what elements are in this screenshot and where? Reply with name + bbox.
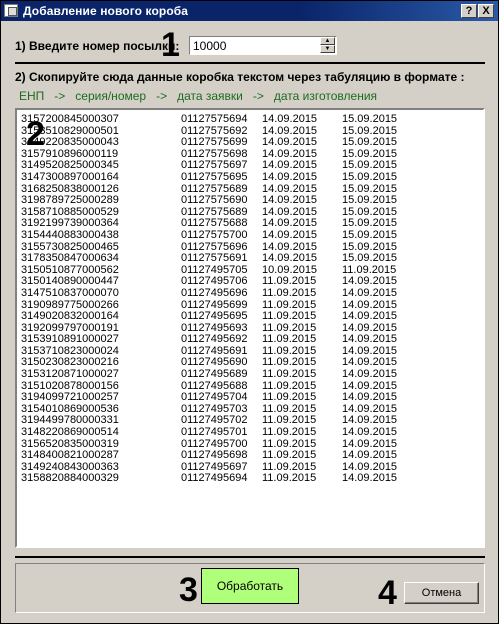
process-button[interactable]: Обработать bbox=[201, 568, 299, 604]
series-number-cell: 01127575700 bbox=[181, 228, 248, 241]
parcel-number-spinbox[interactable]: ▲ ▼ bbox=[189, 36, 337, 55]
manufacture-date-cell: 14.09.2015 bbox=[342, 472, 398, 485]
manufacture-date-cell: 14.09.2015 bbox=[342, 368, 398, 381]
request-date-cell: 14.09.2015 bbox=[262, 228, 318, 241]
series-number-cell: 01127495689 bbox=[181, 368, 248, 381]
request-date-cell: 14.09.2015 bbox=[262, 170, 318, 183]
series-number-cell: 01127575694 bbox=[181, 113, 248, 125]
enp-cell: 3178350847000634 bbox=[21, 252, 119, 265]
help-button[interactable]: ? bbox=[461, 4, 477, 18]
enp-cell: 3158820884000329 bbox=[21, 472, 119, 485]
request-date-cell: 14.09.2015 bbox=[262, 252, 318, 265]
enp-cell: 3147510837000070 bbox=[21, 286, 119, 299]
series-number-cell: 01127495701 bbox=[181, 426, 248, 439]
cancel-button[interactable]: Отмена bbox=[404, 582, 479, 604]
enp-cell: 3149020832000164 bbox=[21, 310, 119, 323]
manufacture-date-cell: 14.09.2015 bbox=[342, 310, 398, 323]
manufacture-date-cell: 15.09.2015 bbox=[342, 228, 398, 241]
request-date-cell: 11.09.2015 bbox=[262, 426, 317, 439]
enp-cell: 3154440883000438 bbox=[21, 228, 119, 241]
enp-cell: 3153120871000027 bbox=[21, 368, 119, 381]
annotation-marker-1: 1 bbox=[161, 26, 180, 64]
paste-instructions-label: 2) Скопируйте сюда данные коробка тексто… bbox=[15, 70, 465, 84]
divider-top bbox=[15, 62, 485, 64]
series-number-cell: 01127575690 bbox=[181, 194, 248, 207]
manufacture-date-cell: 15.09.2015 bbox=[342, 113, 398, 125]
spin-up-icon[interactable]: ▲ bbox=[320, 37, 335, 45]
manufacture-date-cell: 15.09.2015 bbox=[342, 252, 398, 265]
manufacture-date-cell: 15.09.2015 bbox=[342, 170, 398, 183]
format-hint: ЕНП -> серия/номер -> дата заявки -> дат… bbox=[19, 89, 378, 103]
title-bar[interactable]: Добавление нового короба ? X bbox=[1, 1, 498, 21]
window-title: Добавление нового короба bbox=[23, 4, 189, 18]
enp-cell: 3148220869000514 bbox=[21, 426, 119, 439]
enp-cell: 3198789725000289 bbox=[21, 194, 119, 207]
annotation-marker-2: 2 bbox=[26, 115, 45, 153]
add-box-dialog: Добавление нового короба ? X 1) Введите … bbox=[0, 0, 499, 624]
parcel-number-label: 1) Введите номер посылки: bbox=[15, 39, 180, 53]
series-number-cell: 01127495694 bbox=[181, 472, 248, 485]
series-number-cell: 01127495696 bbox=[181, 286, 248, 299]
close-button[interactable]: X bbox=[478, 4, 494, 18]
request-date-cell: 14.09.2015 bbox=[262, 194, 318, 207]
series-number-cell: 01127575695 bbox=[181, 170, 248, 183]
spin-down-icon[interactable]: ▼ bbox=[320, 45, 335, 53]
divider-bottom bbox=[15, 556, 485, 558]
manufacture-date-cell: 14.09.2015 bbox=[342, 286, 398, 299]
series-number-cell: 01127575691 bbox=[181, 252, 248, 265]
box-data-textarea[interactable]: 3157200845000307 01127575694 14.09.2015 15.… bbox=[15, 108, 485, 548]
window-icon bbox=[4, 4, 18, 17]
request-date-cell: 14.09.2015 bbox=[262, 113, 318, 125]
manufacture-date-cell: 15.09.2015 bbox=[342, 194, 398, 207]
series-number-cell: 01127495695 bbox=[181, 310, 248, 323]
request-date-cell: 11.09.2015 bbox=[262, 368, 317, 381]
request-date-cell: 11.09.2015 bbox=[262, 310, 317, 323]
annotation-marker-4: 4 bbox=[378, 574, 397, 612]
manufacture-date-cell: 14.09.2015 bbox=[342, 426, 398, 439]
enp-cell: 3147300897000164 bbox=[21, 170, 119, 183]
request-date-cell: 11.09.2015 bbox=[262, 286, 317, 299]
annotation-marker-3: 3 bbox=[179, 571, 198, 609]
parcel-number-input[interactable] bbox=[193, 38, 313, 53]
request-date-cell: 11.09.2015 bbox=[262, 472, 317, 485]
